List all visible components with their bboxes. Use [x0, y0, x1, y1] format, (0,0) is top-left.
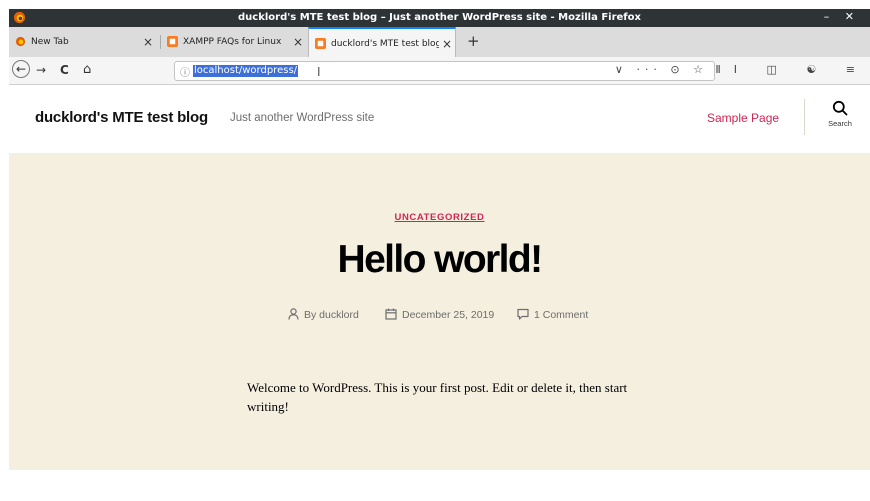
search-toggle[interactable]: Search	[819, 100, 861, 140]
toolbar-icons[interactable]: ⅡⅠ ◫ ☯ ≡	[715, 63, 868, 76]
menu-item-sample-page[interactable]: Sample Page	[707, 111, 779, 125]
tab-close-icon[interactable]: ×	[442, 37, 452, 51]
search-icon	[832, 100, 848, 116]
author-text: By ducklord	[304, 309, 359, 321]
browser-window: ducklord's MTE test blog – Just another …	[9, 9, 870, 501]
page-bottom	[9, 470, 870, 501]
url-bar[interactable]: ⓘ localhost/wordpress/ I ∨ ··· ⊙ ☆	[174, 61, 715, 81]
post-comments[interactable]: 1 Comment	[517, 308, 588, 321]
post-date[interactable]: December 25, 2019	[385, 308, 494, 321]
post-header: UNCATEGORIZED Hello world! By ducklord D…	[9, 153, 870, 470]
header-divider	[804, 99, 805, 135]
comments-text: 1 Comment	[534, 309, 589, 321]
site-tagline: Just another WordPress site	[230, 112, 375, 124]
comment-icon	[517, 308, 529, 320]
url-bar-actions[interactable]: ∨ ··· ⊙ ☆	[615, 63, 708, 76]
site-title[interactable]: ducklord's MTE test blog	[35, 109, 208, 126]
tab-label: New Tab	[31, 37, 69, 47]
web-page: ducklord's MTE test blog Just another Wo…	[9, 85, 870, 501]
tab-label: ducklord's MTE test blog	[331, 39, 439, 49]
tab-close-icon[interactable]: ×	[143, 35, 153, 49]
post-title: Hello world!	[337, 238, 544, 281]
reload-button[interactable]: C	[60, 61, 69, 79]
xampp-tab-icon	[315, 38, 326, 49]
tab-new-tab[interactable]: New Tab ×	[9, 27, 159, 57]
post-category: UNCATEGORIZED	[9, 205, 870, 224]
firefox-tab-icon	[15, 36, 26, 47]
home-button[interactable]: ⌂	[83, 61, 91, 79]
date-text: December 25, 2019	[402, 309, 495, 321]
forward-button[interactable]: →	[36, 61, 46, 79]
tab-bar: New Tab × XAMPP FAQs for Linux × ducklor…	[9, 27, 870, 57]
calendar-icon	[385, 308, 397, 320]
navigation-toolbar: ← → C ⌂ ⓘ localhost/wordpress/ I ∨ ··· ⊙…	[9, 57, 870, 85]
window-titlebar[interactable]: ducklord's MTE test blog – Just another …	[9, 9, 870, 27]
tab-mte-test-blog[interactable]: ducklord's MTE test blog ×	[308, 27, 456, 57]
category-link[interactable]: UNCATEGORIZED	[395, 212, 485, 223]
url-input[interactable]: localhost/wordpress/	[193, 65, 299, 77]
post-content: Welcome to WordPress. This is your first…	[247, 380, 628, 414]
window-title: ducklord's MTE test blog – Just another …	[238, 12, 641, 23]
post-author[interactable]: By ducklord	[288, 308, 359, 321]
window-controls[interactable]: – ✕	[824, 10, 860, 23]
site-info-icon[interactable]: ⓘ	[180, 64, 190, 79]
site-header: ducklord's MTE test blog Just another Wo…	[9, 85, 870, 153]
xampp-tab-icon	[167, 36, 178, 47]
tab-close-icon[interactable]: ×	[293, 35, 303, 49]
user-icon	[288, 308, 299, 320]
text-cursor-icon: I	[317, 65, 321, 79]
tab-label: XAMPP FAQs for Linux	[183, 37, 282, 47]
tab-xampp-faqs[interactable]: XAMPP FAQs for Linux ×	[161, 27, 307, 57]
new-tab-button[interactable]: +	[467, 32, 480, 50]
search-label: Search	[828, 119, 852, 128]
back-button[interactable]: ←	[12, 60, 30, 78]
